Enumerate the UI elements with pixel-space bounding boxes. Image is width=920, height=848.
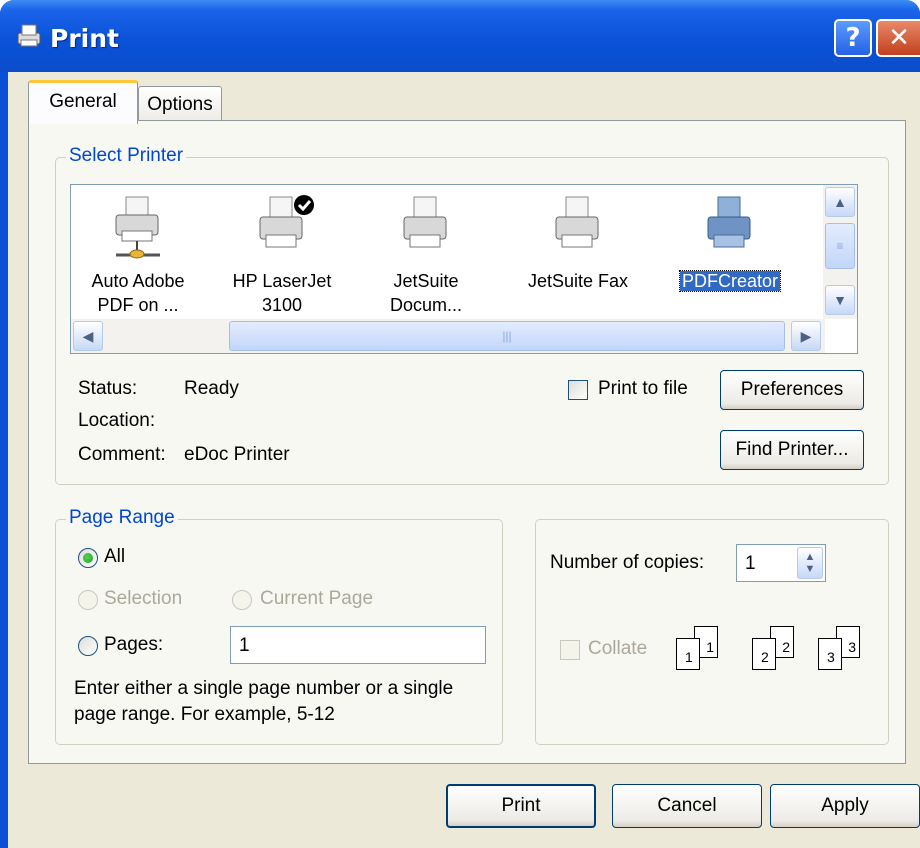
tab-options[interactable]: Options — [138, 86, 222, 122]
apply-button[interactable]: Apply — [770, 784, 920, 828]
general-tab-panel: Select Printer Auto Adobe PDF on ... HP … — [28, 120, 906, 764]
collate-label: Collate — [588, 638, 648, 659]
printer-item-auto-adobe[interactable]: Auto Adobe PDF on ... — [73, 193, 203, 317]
print-to-file-checkbox[interactable] — [568, 380, 588, 400]
page-range-hint-line2: page range. For example, 5-12 — [74, 704, 335, 725]
dialog-body: General Options Select Printer Auto Adob… — [8, 72, 920, 848]
vertical-scroll-thumb[interactable]: ≡ — [825, 223, 855, 269]
status-label: Status: — [78, 378, 138, 399]
find-printer-button[interactable]: Find Printer... — [720, 430, 864, 470]
printer-icon — [707, 196, 751, 248]
printer-item-jetsuite-fax[interactable]: JetSuite Fax — [513, 193, 643, 293]
collate-checkbox — [560, 640, 580, 660]
pages-label[interactable]: Pages: — [104, 634, 163, 656]
horizontal-scroll-thumb[interactable]: ||| — [229, 321, 785, 351]
help-button[interactable]: ? — [834, 19, 872, 57]
pages-radio[interactable] — [78, 636, 98, 656]
all-label[interactable]: All — [104, 546, 125, 568]
comment-value: eDoc Printer — [184, 444, 290, 465]
printer-item-pdfcreator[interactable]: PDFCreator — [665, 193, 795, 293]
number-of-copies-label: Number of copies: — [550, 552, 705, 573]
printer-name-line2: 3100 — [261, 295, 303, 315]
tab-label: General — [49, 91, 117, 112]
page-range-group: Page Range All Selection Current Page Pa… — [55, 507, 503, 745]
printer-icon — [555, 196, 599, 248]
scroll-right-button[interactable]: ▶ — [791, 321, 821, 351]
printer-name-line1: PDFCreator — [678, 270, 782, 292]
copies-spin-button[interactable]: ▲ ▼ — [797, 547, 823, 579]
printer-list-horizontal-scrollbar[interactable]: ◀ ||| ▶ — [71, 319, 825, 353]
number-of-copies-value: 1 — [745, 553, 756, 574]
scroll-up-button[interactable]: ▲ — [825, 187, 855, 217]
printer-item-jetsuite-document[interactable]: JetSuite Docum... — [361, 193, 491, 317]
print-to-file-label[interactable]: Print to file — [598, 378, 688, 400]
printer-name-line1: JetSuite — [393, 271, 459, 291]
default-printer-icon — [259, 195, 314, 248]
pages-input[interactable]: 1 — [230, 626, 486, 664]
scroll-down-button[interactable]: ▼ — [825, 285, 855, 315]
printer-name-line1: JetSuite Fax — [527, 271, 629, 291]
pages-input-value: 1 — [239, 635, 250, 656]
scroll-left-button[interactable]: ◀ — [73, 321, 103, 351]
current-page-radio — [232, 590, 252, 610]
collate-pages-icon: 1 1 2 2 3 3 — [676, 626, 886, 706]
selection-label: Selection — [104, 588, 183, 609]
location-label: Location: — [78, 410, 156, 431]
window-title: Print — [50, 24, 119, 53]
cancel-button[interactable]: Cancel — [612, 784, 762, 828]
status-value: Ready — [184, 378, 239, 399]
tab-label: Options — [147, 94, 213, 115]
all-radio[interactable] — [78, 548, 98, 568]
printer-icon — [403, 196, 447, 248]
title-bar[interactable]: Print ? ✕ — [0, 0, 920, 72]
network-printer-icon — [115, 196, 160, 259]
printer-name-line1: Auto Adobe — [91, 271, 185, 291]
copies-group: Number of copies: 1 ▲ ▼ Collate 1 1 2 2 3… — [535, 519, 889, 745]
comment-label: Comment: — [78, 444, 166, 465]
printer-name-line2: PDF on ... — [97, 295, 179, 315]
printer-list[interactable]: Auto Adobe PDF on ... HP LaserJet 3100 J… — [70, 184, 858, 354]
print-dialog: Print ? ✕ General Options Select Printer — [0, 0, 920, 848]
number-of-copies-input[interactable]: 1 ▲ ▼ — [736, 544, 826, 582]
select-printer-legend: Select Printer — [66, 145, 187, 167]
page-range-hint-line1: Enter either a single page number or a s… — [74, 678, 454, 699]
printer-list-vertical-scrollbar[interactable]: ▲ ≡ ▼ — [823, 185, 857, 319]
close-button[interactable]: ✕ — [876, 19, 920, 57]
printer-name-line1: HP LaserJet — [232, 271, 332, 291]
preferences-button[interactable]: Preferences — [720, 370, 864, 410]
select-printer-group: Select Printer Auto Adobe PDF on ... HP … — [55, 145, 889, 485]
page-range-legend: Page Range — [66, 507, 178, 529]
selection-radio — [78, 590, 98, 610]
current-page-label: Current Page — [260, 588, 374, 609]
tab-general[interactable]: General — [28, 80, 138, 124]
print-button[interactable]: Print — [446, 784, 596, 828]
printer-title-icon — [17, 24, 41, 47]
printer-item-hp-laserjet[interactable]: HP LaserJet 3100 — [217, 193, 347, 317]
printer-name-line2: Docum... — [389, 295, 463, 315]
